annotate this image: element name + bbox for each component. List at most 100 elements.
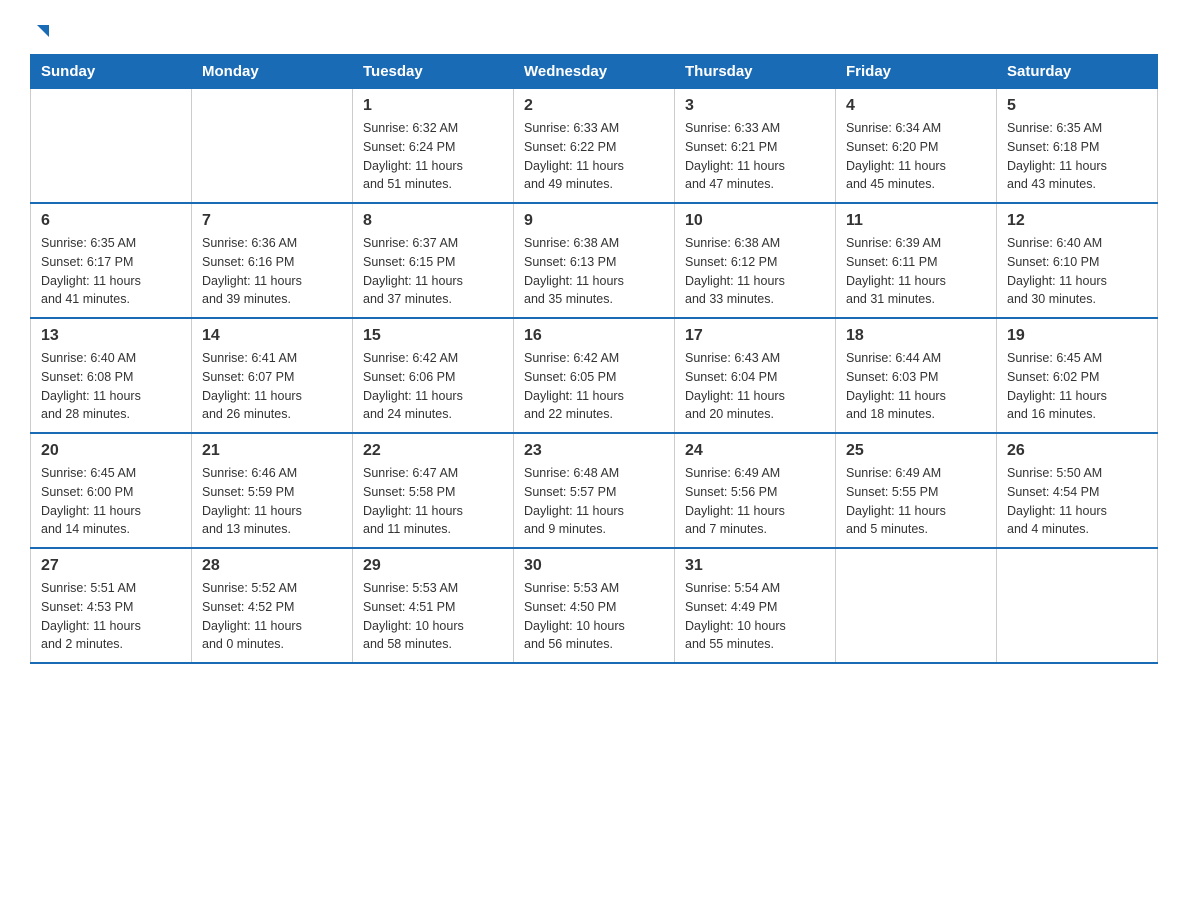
- day-info: Sunrise: 6:45 AM Sunset: 6:00 PM Dayligh…: [41, 464, 181, 539]
- week-row-5: 27Sunrise: 5:51 AM Sunset: 4:53 PM Dayli…: [31, 548, 1158, 663]
- day-number: 8: [363, 212, 503, 230]
- calendar-cell: 30 Sunrise: 5:53 AM Sunset: 4:50 PM Dayli…: [514, 548, 675, 663]
- header-day-wednesday: Wednesday: [514, 55, 675, 89]
- page-header: [30, 20, 1158, 44]
- day-number: 23: [524, 442, 664, 460]
- day-info: Sunrise: 6:42 AM Sunset: 6:05 PM Dayligh…: [524, 349, 664, 424]
- calendar-cell: 17 Sunrise: 6:43 AM Sunset: 6:04 PM Dayli…: [675, 318, 836, 433]
- day-info: Sunrise: 6:33 AM Sunset: 6:22 PM Dayligh…: [524, 119, 664, 194]
- day-number: 17: [685, 327, 825, 345]
- day-info: Sunrise: 6:49 AM Sunset: 5:55 PM Dayligh…: [846, 464, 986, 539]
- calendar-header: SundayMondayTuesdayWednesdayThursdayFrid…: [31, 55, 1158, 89]
- day-number: 12: [1007, 212, 1147, 230]
- day-info: Sunrise: 6:38 AM Sunset: 6:13 PM Dayligh…: [524, 234, 664, 309]
- calendar-cell: 2 Sunrise: 6:33 AM Sunset: 6:22 PM Daylig…: [514, 89, 675, 204]
- day-number: 16: [524, 327, 664, 345]
- header-row: SundayMondayTuesdayWednesdayThursdayFrid…: [31, 55, 1158, 89]
- header-day-thursday: Thursday: [675, 55, 836, 89]
- day-number: 21: [202, 442, 342, 460]
- calendar-body: 1 Sunrise: 6:32 AM Sunset: 6:24 PM Daylig…: [31, 89, 1158, 664]
- day-number: 5: [1007, 97, 1147, 115]
- week-row-4: 20 Sunrise: 6:45 AM Sunset: 6:00 PM Dayli…: [31, 433, 1158, 548]
- day-info: Sunrise: 5:53 AM Sunset: 4:51 PM Dayligh…: [363, 579, 503, 654]
- day-info: Sunrise: 6:42 AM Sunset: 6:06 PM Dayligh…: [363, 349, 503, 424]
- day-number: 9: [524, 212, 664, 230]
- day-number: 1: [363, 97, 503, 115]
- calendar-cell: 26 Sunrise: 5:50 AM Sunset: 4:54 PM Dayli…: [997, 433, 1158, 548]
- day-number: 26: [1007, 442, 1147, 460]
- calendar-cell: [192, 89, 353, 204]
- calendar-cell: 16 Sunrise: 6:42 AM Sunset: 6:05 PM Dayli…: [514, 318, 675, 433]
- calendar-cell: [997, 548, 1158, 663]
- day-info: Sunrise: 6:34 AM Sunset: 6:20 PM Dayligh…: [846, 119, 986, 194]
- day-number: 20: [41, 442, 181, 460]
- calendar-cell: 3 Sunrise: 6:33 AM Sunset: 6:21 PM Daylig…: [675, 89, 836, 204]
- day-info: Sunrise: 6:45 AM Sunset: 6:02 PM Dayligh…: [1007, 349, 1147, 424]
- calendar-cell: 19 Sunrise: 6:45 AM Sunset: 6:02 PM Dayli…: [997, 318, 1158, 433]
- header-day-sunday: Sunday: [31, 55, 192, 89]
- header-day-saturday: Saturday: [997, 55, 1158, 89]
- day-info: Sunrise: 5:54 AM Sunset: 4:49 PM Dayligh…: [685, 579, 825, 654]
- day-number: 29: [363, 557, 503, 575]
- day-info: Sunrise: 6:32 AM Sunset: 6:24 PM Dayligh…: [363, 119, 503, 194]
- day-number: 6: [41, 212, 181, 230]
- calendar-cell: 31 Sunrise: 5:54 AM Sunset: 4:49 PM Dayli…: [675, 548, 836, 663]
- day-info: Sunrise: 6:38 AM Sunset: 6:12 PM Dayligh…: [685, 234, 825, 309]
- calendar-cell: 12 Sunrise: 6:40 AM Sunset: 6:10 PM Dayli…: [997, 203, 1158, 318]
- calendar-cell: 29 Sunrise: 5:53 AM Sunset: 4:51 PM Dayli…: [353, 548, 514, 663]
- day-info: Sunrise: 6:36 AM Sunset: 6:16 PM Dayligh…: [202, 234, 342, 309]
- day-number: 7: [202, 212, 342, 230]
- calendar-cell: 14Sunrise: 6:41 AM Sunset: 6:07 PM Dayli…: [192, 318, 353, 433]
- day-info: Sunrise: 6:43 AM Sunset: 6:04 PM Dayligh…: [685, 349, 825, 424]
- day-info: Sunrise: 6:40 AM Sunset: 6:08 PM Dayligh…: [41, 349, 181, 424]
- calendar-cell: 21 Sunrise: 6:46 AM Sunset: 5:59 PM Dayli…: [192, 433, 353, 548]
- day-info: Sunrise: 5:50 AM Sunset: 4:54 PM Dayligh…: [1007, 464, 1147, 539]
- day-number: 24: [685, 442, 825, 460]
- day-number: 3: [685, 97, 825, 115]
- calendar-cell: 28 Sunrise: 5:52 AM Sunset: 4:52 PM Dayli…: [192, 548, 353, 663]
- day-number: 19: [1007, 327, 1147, 345]
- day-number: 10: [685, 212, 825, 230]
- logo-triangle-icon: [32, 22, 54, 44]
- day-info: Sunrise: 6:49 AM Sunset: 5:56 PM Dayligh…: [685, 464, 825, 539]
- day-number: 15: [363, 327, 503, 345]
- day-number: 2: [524, 97, 664, 115]
- calendar-cell: 25 Sunrise: 6:49 AM Sunset: 5:55 PM Dayli…: [836, 433, 997, 548]
- header-day-monday: Monday: [192, 55, 353, 89]
- week-row-3: 13Sunrise: 6:40 AM Sunset: 6:08 PM Dayli…: [31, 318, 1158, 433]
- day-info: Sunrise: 6:35 AM Sunset: 6:17 PM Dayligh…: [41, 234, 181, 309]
- day-number: 28: [202, 557, 342, 575]
- calendar-table: SundayMondayTuesdayWednesdayThursdayFrid…: [30, 54, 1158, 664]
- calendar-cell: 1 Sunrise: 6:32 AM Sunset: 6:24 PM Daylig…: [353, 89, 514, 204]
- day-number: 22: [363, 442, 503, 460]
- header-day-tuesday: Tuesday: [353, 55, 514, 89]
- day-number: 30: [524, 557, 664, 575]
- calendar-cell: 22Sunrise: 6:47 AM Sunset: 5:58 PM Dayli…: [353, 433, 514, 548]
- day-number: 18: [846, 327, 986, 345]
- calendar-cell: 8Sunrise: 6:37 AM Sunset: 6:15 PM Daylig…: [353, 203, 514, 318]
- day-number: 11: [846, 212, 986, 230]
- calendar-cell: 15 Sunrise: 6:42 AM Sunset: 6:06 PM Dayli…: [353, 318, 514, 433]
- day-number: 27: [41, 557, 181, 575]
- day-info: Sunrise: 6:40 AM Sunset: 6:10 PM Dayligh…: [1007, 234, 1147, 309]
- day-info: Sunrise: 6:48 AM Sunset: 5:57 PM Dayligh…: [524, 464, 664, 539]
- day-info: Sunrise: 6:44 AM Sunset: 6:03 PM Dayligh…: [846, 349, 986, 424]
- calendar-cell: [836, 548, 997, 663]
- day-info: Sunrise: 5:53 AM Sunset: 4:50 PM Dayligh…: [524, 579, 664, 654]
- day-number: 4: [846, 97, 986, 115]
- calendar-cell: 4 Sunrise: 6:34 AM Sunset: 6:20 PM Daylig…: [836, 89, 997, 204]
- header-day-friday: Friday: [836, 55, 997, 89]
- day-info: Sunrise: 5:52 AM Sunset: 4:52 PM Dayligh…: [202, 579, 342, 654]
- calendar-cell: [31, 89, 192, 204]
- day-info: Sunrise: 6:39 AM Sunset: 6:11 PM Dayligh…: [846, 234, 986, 309]
- calendar-cell: 10 Sunrise: 6:38 AM Sunset: 6:12 PM Dayli…: [675, 203, 836, 318]
- day-info: Sunrise: 6:33 AM Sunset: 6:21 PM Dayligh…: [685, 119, 825, 194]
- day-info: Sunrise: 6:41 AM Sunset: 6:07 PM Dayligh…: [202, 349, 342, 424]
- day-number: 31: [685, 557, 825, 575]
- calendar-cell: 7 Sunrise: 6:36 AM Sunset: 6:16 PM Daylig…: [192, 203, 353, 318]
- calendar-cell: 6 Sunrise: 6:35 AM Sunset: 6:17 PM Daylig…: [31, 203, 192, 318]
- calendar-cell: 27Sunrise: 5:51 AM Sunset: 4:53 PM Dayli…: [31, 548, 192, 663]
- calendar-cell: 23 Sunrise: 6:48 AM Sunset: 5:57 PM Dayli…: [514, 433, 675, 548]
- day-info: Sunrise: 6:46 AM Sunset: 5:59 PM Dayligh…: [202, 464, 342, 539]
- day-number: 25: [846, 442, 986, 460]
